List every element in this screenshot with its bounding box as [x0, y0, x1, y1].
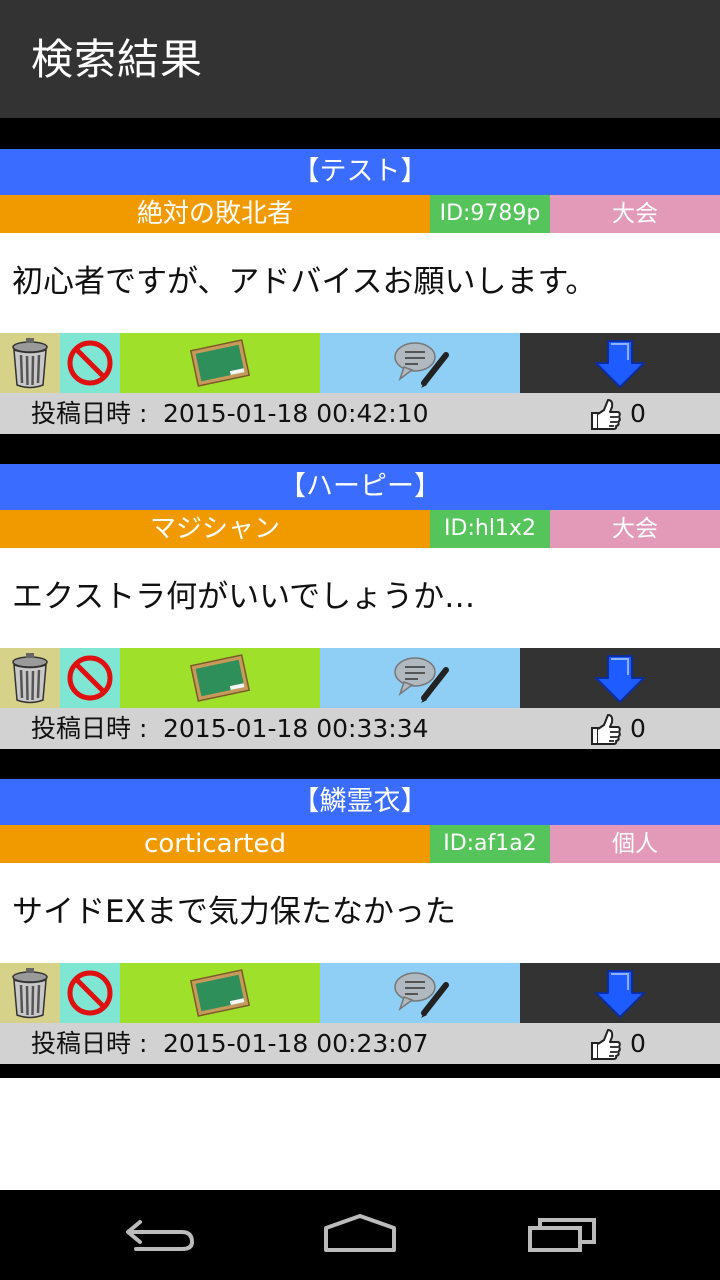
post-meta: corticarted ID:af1a2 個人 — [0, 825, 720, 863]
back-icon[interactable] — [126, 1220, 194, 1251]
post-text: 初心者ですが、アドバイスお願いします。 — [12, 264, 597, 300]
block-button[interactable] — [60, 963, 120, 1023]
like-count: 0 — [630, 1029, 646, 1058]
recent-apps-icon[interactable] — [528, 1218, 596, 1252]
post-body[interactable]: エクストラ何がいいでしょうか… — [0, 548, 720, 648]
post-text: エクストラ何がいいでしょうか… — [12, 579, 476, 615]
system-nav-bar — [0, 1190, 720, 1280]
thumbs-up-icon[interactable] — [588, 712, 622, 746]
post-date-label: 投稿日時 : — [31, 714, 148, 743]
trash-icon — [12, 338, 48, 389]
board-button[interactable] — [120, 963, 320, 1023]
post-date: 2015-01-18 00:33:34 — [163, 714, 429, 743]
post-date-label: 投稿日時 : — [31, 1029, 148, 1058]
no-entry-icon — [67, 970, 113, 1016]
comment-button[interactable] — [320, 333, 520, 393]
post-date: 2015-01-18 00:42:10 — [163, 399, 429, 428]
comment-button[interactable] — [320, 963, 520, 1023]
divider — [0, 434, 720, 464]
comment-pencil-icon — [394, 657, 449, 703]
post-topic[interactable]: 【鱗霊衣】 — [0, 779, 720, 825]
no-entry-icon — [67, 655, 113, 701]
post-actions — [0, 963, 720, 1023]
post-type-badge: 大会 — [550, 510, 720, 548]
page-title: 検索結果 — [31, 35, 204, 84]
like-count: 0 — [630, 399, 646, 428]
delete-button[interactable] — [0, 333, 60, 393]
down-arrow-icon — [595, 655, 645, 703]
post-topic[interactable]: 【ハーピー】 — [0, 464, 720, 510]
expand-button[interactable] — [520, 648, 720, 708]
home-icon[interactable] — [324, 1214, 396, 1252]
post-type-badge: 大会 — [550, 195, 720, 233]
chalkboard-icon — [189, 339, 251, 387]
post-body[interactable]: サイドEXまで気力保たなかった — [0, 863, 720, 963]
down-arrow-icon — [595, 340, 645, 388]
divider — [0, 1064, 720, 1078]
post-author[interactable]: 絶対の敗北者 — [0, 195, 430, 233]
post-type-badge: 個人 — [550, 825, 720, 863]
post-actions — [0, 648, 720, 708]
divider — [0, 118, 720, 149]
post-meta: 絶対の敗北者 ID:9789p 大会 — [0, 195, 720, 233]
post-user-id: ID:9789p — [430, 195, 550, 233]
comment-button[interactable] — [320, 648, 520, 708]
chalkboard-icon — [189, 654, 251, 702]
post-date-label: 投稿日時 : — [31, 399, 148, 428]
post-footer: 投稿日時 : 2015-01-18 00:42:10 0 — [0, 393, 720, 434]
post-date: 2015-01-18 00:23:07 — [163, 1029, 429, 1058]
down-arrow-icon — [595, 970, 645, 1018]
post-card[interactable]: 【ハーピー】 マジシャン ID:hl1x2 大会 エクストラ何がいいでしょうか…… — [0, 464, 720, 749]
chalkboard-icon — [189, 969, 251, 1017]
post-card[interactable]: 【テスト】 絶対の敗北者 ID:9789p 大会 初心者ですが、アドバイスお願い… — [0, 149, 720, 434]
post-user-id: ID:af1a2 — [430, 825, 550, 863]
post-topic[interactable]: 【テスト】 — [0, 149, 720, 195]
block-button[interactable] — [60, 333, 120, 393]
post-actions — [0, 333, 720, 393]
thumbs-up-icon[interactable] — [588, 397, 622, 431]
expand-button[interactable] — [520, 963, 720, 1023]
board-button[interactable] — [120, 648, 320, 708]
post-footer: 投稿日時 : 2015-01-18 00:33:34 0 — [0, 708, 720, 749]
nav-icons — [126, 1214, 596, 1252]
board-button[interactable] — [120, 333, 320, 393]
block-button[interactable] — [60, 648, 120, 708]
delete-button[interactable] — [0, 648, 60, 708]
delete-button[interactable] — [0, 963, 60, 1023]
divider — [0, 749, 720, 779]
post-text: サイドEXまで気力保たなかった — [12, 894, 456, 930]
post-meta: マジシャン ID:hl1x2 大会 — [0, 510, 720, 548]
trash-icon — [12, 653, 48, 704]
comment-pencil-icon — [394, 342, 449, 388]
post-footer: 投稿日時 : 2015-01-18 00:23:07 0 — [0, 1023, 720, 1064]
no-entry-icon — [67, 340, 113, 386]
like-count: 0 — [630, 714, 646, 743]
post-body[interactable]: 初心者ですが、アドバイスお願いします。 — [0, 233, 720, 333]
trash-icon — [12, 968, 48, 1019]
post-user-id: ID:hl1x2 — [430, 510, 550, 548]
app-bar: 検索結果 — [0, 0, 720, 118]
comment-pencil-icon — [394, 972, 449, 1018]
post-author[interactable]: corticarted — [0, 825, 430, 863]
post-author[interactable]: マジシャン — [0, 510, 430, 548]
post-card[interactable]: 【鱗霊衣】 corticarted ID:af1a2 個人 サイドEXまで気力保… — [0, 779, 720, 1064]
thumbs-up-icon[interactable] — [588, 1027, 622, 1061]
expand-button[interactable] — [520, 333, 720, 393]
